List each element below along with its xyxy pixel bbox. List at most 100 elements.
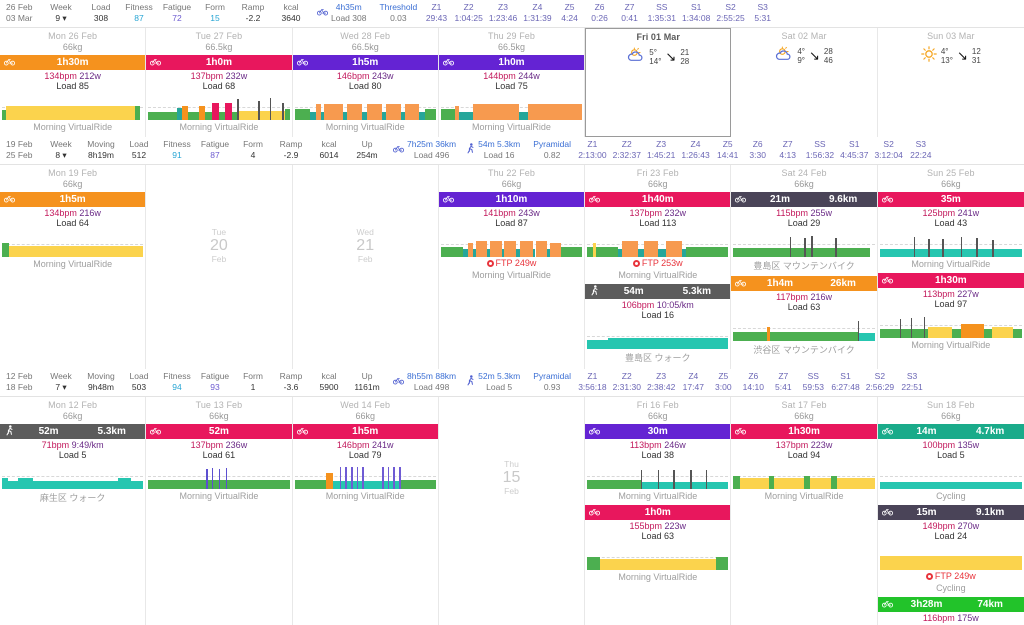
activity-card[interactable]: 1h30m113bpm 227wLoad 97Morning VirtualRi… — [878, 273, 1024, 353]
activity-stats: 134bpm 212w — [0, 70, 145, 81]
activity-card[interactable]: 1h40m137bpm 232wLoad 113FTP 253wMorning … — [585, 192, 730, 283]
activity-card[interactable]: 1h5m146bpm 241wLoad 79Morning VirtualRid… — [293, 424, 438, 504]
activity-bike-icon — [148, 426, 163, 438]
activity-load: Load 94 — [731, 450, 876, 461]
activity-name[interactable]: Morning VirtualRide — [146, 489, 291, 504]
activity-card[interactable]: 15m9.1km149bpm 270wLoad 24FTP 249wCyclin… — [878, 505, 1024, 596]
activity-chart — [587, 323, 728, 349]
activity-card[interactable]: 52m137bpm 236wLoad 61Morning VirtualRide — [146, 424, 291, 504]
activity-name[interactable]: Morning VirtualRide — [878, 338, 1024, 353]
activity-name[interactable]: Cycling — [878, 489, 1024, 504]
activity-card[interactable]: 30m113bpm 246wLoad 38Morning VirtualRide — [585, 424, 730, 504]
activity-header-bar[interactable]: 54m5.3km — [585, 284, 730, 299]
activity-name[interactable]: Morning VirtualRide — [731, 489, 876, 504]
week-metric-up: Up254m — [348, 139, 386, 161]
chart-baseline — [2, 476, 143, 477]
activity-header-bar[interactable]: 52m — [146, 424, 291, 439]
activity-header-bar[interactable]: 52m5.3km — [0, 424, 145, 439]
chart-segment — [295, 480, 326, 489]
activity-stats: 144bpm 244w — [439, 70, 584, 81]
activity-name[interactable]: Morning VirtualRide — [878, 257, 1024, 272]
activity-name[interactable]: Morning VirtualRide — [293, 489, 438, 504]
activity-name[interactable]: Morning VirtualRide — [146, 120, 291, 135]
ftp-icon — [926, 573, 933, 580]
weather-temps: 4°13° — [941, 47, 953, 65]
week-number-selector[interactable]: Week7 ▾ — [40, 371, 82, 393]
chart-segment — [83, 481, 118, 489]
activity-card[interactable]: 35m125bpm 241wLoad 43Morning VirtualRide — [878, 192, 1024, 272]
week-number-selector[interactable]: Week9 ▾ — [40, 2, 82, 24]
activity-card[interactable]: 52m5.3km71bpm 9:49/kmLoad 5麻生区 ウォーク — [0, 424, 145, 507]
activity-load: Load 85 — [0, 81, 145, 92]
activity-header-bar[interactable]: 1h5m — [293, 424, 438, 439]
chart-baseline — [880, 476, 1022, 477]
week-summary-w7: 12 Feb18 FebWeek7 ▾Moving9h48mLoad503Fit… — [0, 369, 1024, 397]
activity-name[interactable]: Morning VirtualRide — [439, 120, 584, 135]
chart-segment — [600, 559, 716, 570]
activity-load: Load 113 — [585, 218, 730, 229]
activity-chart — [880, 463, 1022, 489]
week-zone-s3: S322:51 — [897, 371, 927, 393]
activity-header-bar[interactable]: 1h0m — [146, 55, 291, 70]
activity-card[interactable]: 14m4.7km100bpm 135wLoad 5Cycling — [878, 424, 1024, 504]
wind-direction-icon: ↘ — [809, 51, 820, 61]
day-title: Mon 26 Feb — [0, 28, 145, 42]
day-cell: Sat 17 Feb66kg1h30m137bpm 223wLoad 94Mor… — [731, 397, 877, 625]
activity-header-bar[interactable]: 14m4.7km — [878, 424, 1024, 439]
activity-name[interactable]: Morning VirtualRide — [293, 120, 438, 135]
activity-card[interactable]: 1h5m146bpm 243wLoad 80Morning VirtualRid… — [293, 55, 438, 135]
activity-header-bar[interactable]: 35m — [878, 192, 1024, 207]
activity-header-bar[interactable]: 1h10m — [439, 192, 584, 207]
activity-name[interactable]: Morning VirtualRide — [585, 570, 730, 585]
activity-header-bar[interactable]: 1h0m — [439, 55, 584, 70]
activity-header-bar[interactable]: 1h5m — [293, 55, 438, 70]
activity-header-bar[interactable]: 1h30m — [731, 424, 876, 439]
activity-duration: 1h0m — [602, 507, 713, 518]
activity-header-bar[interactable]: 15m9.1km — [878, 505, 1024, 520]
day-weight: 66.5kg — [293, 42, 438, 54]
week-zone-z6: Z63:30 — [743, 139, 773, 161]
activity-header-bar[interactable]: 1h30m — [878, 273, 1024, 288]
activity-header-bar[interactable]: 21m9.6km — [731, 192, 876, 207]
week-metric-form: Form1 — [234, 371, 272, 393]
activity-card[interactable]: 1h30m137bpm 223wLoad 94Morning VirtualRi… — [731, 424, 876, 504]
activity-header-bar[interactable]: 1h40m — [585, 192, 730, 207]
activity-card[interactable]: 1h30m134bpm 212wLoad 85 Morning VirtualRi… — [0, 55, 145, 135]
activity-name[interactable]: Morning VirtualRide — [0, 257, 145, 272]
activity-duration: 21m — [748, 194, 811, 205]
activity-card[interactable]: 1h0m144bpm 244wLoad 75Morning VirtualRid… — [439, 55, 584, 135]
week-days-w8: Mon 19 Feb66kg1h5m134bpm 216wLoad 64Morn… — [0, 165, 1024, 369]
activity-name[interactable]: Morning VirtualRide — [0, 120, 145, 135]
activity-card[interactable]: 1h0m155bpm 223wLoad 63Morning VirtualRid… — [585, 505, 730, 585]
activity-name[interactable]: Morning VirtualRide — [585, 489, 730, 504]
activity-header-bar[interactable]: 30m — [585, 424, 730, 439]
chart-spike — [393, 467, 395, 489]
activity-card[interactable]: 54m5.3km106bpm 10:05/kmLoad 16豊島区 ウォーク — [585, 284, 730, 367]
day-title: Sat 24 Feb — [731, 165, 876, 179]
activity-name[interactable]: Morning VirtualRide — [585, 268, 730, 283]
activity-card[interactable]: 1h5m134bpm 216wLoad 64Morning VirtualRid… — [0, 192, 145, 272]
activity-header-bar[interactable]: 1h30m — [0, 55, 145, 70]
activity-name[interactable]: 豊島区 マウンテンバイク — [731, 257, 876, 275]
activity-header-bar[interactable]: 1h0m — [585, 505, 730, 520]
activity-card[interactable]: 21m9.6km115bpm 255wLoad 29豊島区 マウンテンバイク — [731, 192, 876, 275]
activity-header-bar[interactable]: 1h4m26km — [731, 276, 876, 291]
day-title: Mon 19 Feb — [0, 165, 145, 179]
activity-name[interactable]: 渋谷区 マウンテンバイク — [731, 341, 876, 359]
activity-name[interactable]: 豊島区 ウォーク — [585, 349, 730, 367]
week-number-selector[interactable]: Week8 ▾ — [40, 139, 82, 161]
activity-card[interactable]: 1h4m26km117bpm 216wLoad 63渋谷区 マウンテンバイク — [731, 276, 876, 359]
activity-header-bar[interactable]: 3h28m74km — [878, 597, 1024, 612]
activity-name[interactable]: Cycling — [878, 581, 1024, 596]
activity-card[interactable]: 1h10m141bpm 243wLoad 87FTP 249wMorning V… — [439, 192, 584, 283]
day-cell: Thu 29 Feb66.5kg1h0m144bpm 244wLoad 75Mo… — [439, 28, 585, 137]
activity-header-bar[interactable]: 1h5m — [0, 192, 145, 207]
weather-sunny-icon — [921, 46, 937, 65]
activity-bike-icon — [441, 57, 456, 69]
activity-name[interactable]: Morning VirtualRide — [439, 268, 584, 283]
weather-wind: 2846 — [824, 47, 833, 65]
activity-name[interactable]: 麻生区 ウォーク — [0, 489, 145, 507]
activity-card[interactable]: 3h28m74km116bpm 175w — [878, 597, 1024, 623]
chart-spike — [976, 238, 978, 257]
activity-card[interactable]: 1h0m137bpm 232wLoad 68Morning VirtualRid… — [146, 55, 291, 135]
